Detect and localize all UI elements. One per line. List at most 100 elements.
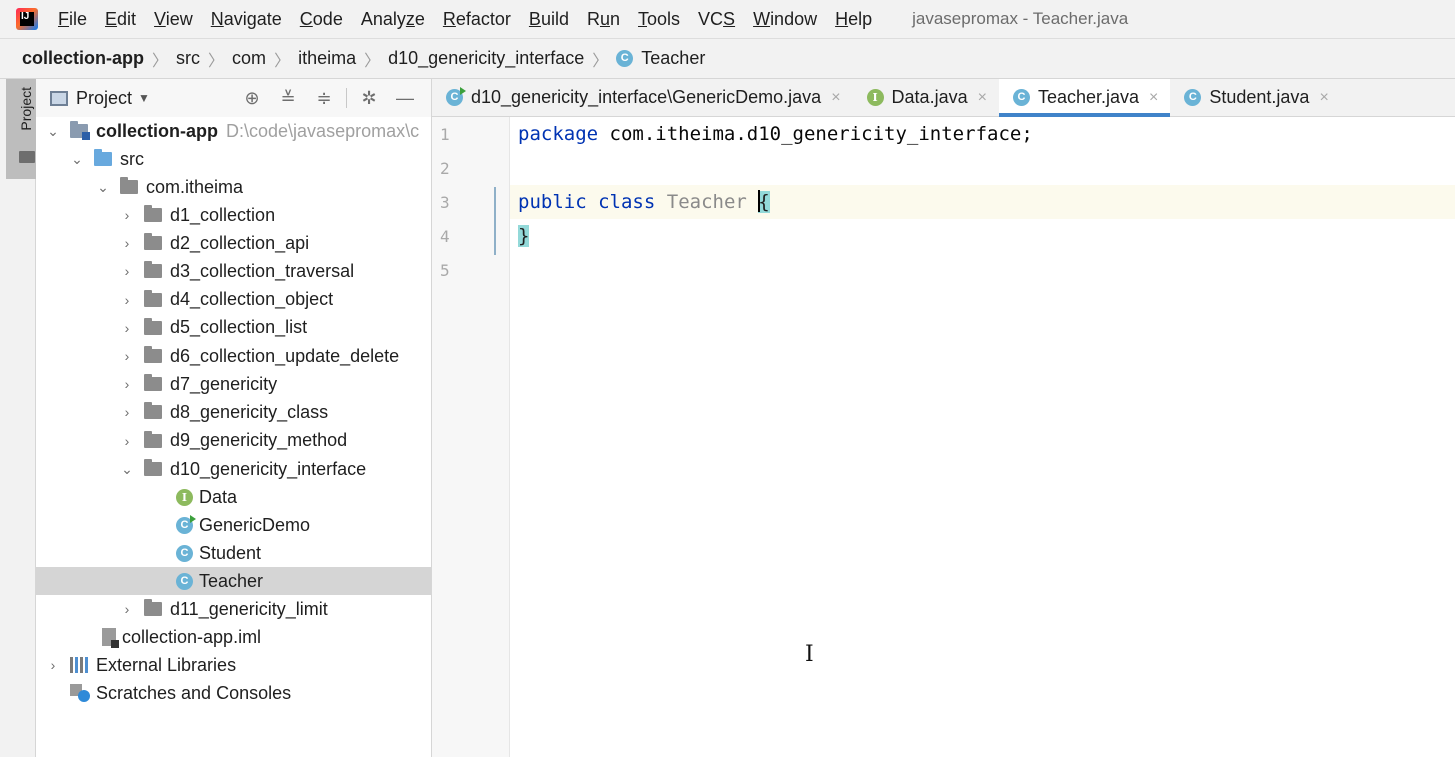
class-icon: C xyxy=(446,87,466,106)
chevron-down-icon[interactable]: ⌄ xyxy=(120,461,134,478)
gear-icon[interactable]: ✲ xyxy=(351,88,387,109)
chevron-right-icon[interactable]: › xyxy=(120,404,134,420)
code-editor[interactable]: package com.itheima.d10_genericity_inter… xyxy=(510,117,1455,757)
chevron-right-icon[interactable]: › xyxy=(120,601,134,617)
close-icon[interactable]: × xyxy=(978,89,987,107)
line-number: 4 xyxy=(440,227,450,246)
chevron-right-icon[interactable]: › xyxy=(46,657,60,673)
chevron-down-icon[interactable]: ▼ xyxy=(138,91,150,105)
tab-data[interactable]: I Data.java × xyxy=(853,79,999,116)
minimize-icon[interactable]: — xyxy=(387,88,423,109)
tree-item-iml[interactable]: collection-app.iml xyxy=(36,623,431,651)
project-tool-tab[interactable]: Project xyxy=(6,79,36,179)
menu-navigate[interactable]: Navigate xyxy=(209,9,284,30)
editor-tabs: Cd10_genericity_interface\GenericDemo.ja… xyxy=(432,79,1455,117)
tree-item-label: d4_collection_object xyxy=(170,289,334,310)
menu-refactor[interactable]: Refactor xyxy=(441,9,513,30)
collapse-all-icon[interactable]: ≚ xyxy=(270,88,306,109)
chevron-right-icon[interactable]: › xyxy=(120,263,134,279)
breadcrumb-separator: 〉 xyxy=(592,52,609,70)
fold-indicator[interactable] xyxy=(494,187,496,255)
code-line-4[interactable]: } xyxy=(518,219,530,253)
menu-help[interactable]: Help xyxy=(833,9,874,30)
tree-item-com-itheima[interactable]: ⌄ com.itheima xyxy=(36,173,431,201)
breadcrumb-collection-app[interactable]: collection-app xyxy=(22,48,144,69)
tree-item-label: d5_collection_list xyxy=(170,317,308,338)
tree-item-src[interactable]: ⌄ src xyxy=(36,145,431,173)
menu-build[interactable]: Build xyxy=(527,9,571,30)
tab-label: d10_genericity_interface\GenericDemo.jav… xyxy=(471,87,822,107)
breadcrumb-itheima[interactable]: itheima xyxy=(298,48,356,69)
locate-icon[interactable]: ⊕ xyxy=(234,88,270,109)
project-view-selector[interactable]: Project xyxy=(76,88,132,109)
tree-item-collection-app[interactable]: ⌄ collection-app D:\code\javasepromax\c xyxy=(36,117,431,145)
menu-analyze[interactable]: Analyze xyxy=(359,9,427,30)
tree-item-d11[interactable]: › d11_genericity_limit xyxy=(36,595,431,623)
package-icon xyxy=(144,346,162,363)
folder-icon xyxy=(19,151,35,163)
breadcrumb-teacher[interactable]: Teacher xyxy=(641,48,705,69)
tree-item-teacher[interactable]: C Teacher xyxy=(36,567,431,595)
breadcrumb-package[interactable]: d10_genericity_interface xyxy=(388,48,584,69)
code-line-1[interactable]: package com.itheima.d10_genericity_inter… xyxy=(518,117,1033,151)
code-line-3[interactable]: public class Teacher { xyxy=(518,185,770,219)
package-icon xyxy=(144,261,162,279)
project-tool-tab-label: Project xyxy=(18,87,34,131)
tree-item-d6-collection-update-delete[interactable]: › d6_collection_update_delete xyxy=(36,342,431,370)
tree-item-d5-collection-list[interactable]: › d5_collection_list xyxy=(36,314,431,342)
menu-edit[interactable]: Edit xyxy=(103,9,138,30)
chevron-right-icon[interactable]: › xyxy=(120,320,134,336)
tree-item-label: collection-app xyxy=(96,120,219,141)
tree-item-label: d6_collection_update_delete xyxy=(170,345,400,366)
chevron-down-icon[interactable]: ⌄ xyxy=(70,151,84,168)
close-icon[interactable]: × xyxy=(1149,89,1158,107)
chevron-down-icon[interactable]: ⌄ xyxy=(46,123,60,140)
project-panel-header: Project ▼ ⊕ ≚ ≑ ✲ — xyxy=(36,79,431,117)
menu-window[interactable]: Window xyxy=(751,9,819,30)
tree-item-d4-collection-object[interactable]: › d4_collection_object xyxy=(36,286,431,314)
tree-item-scratches[interactable]: Scratches and Consoles xyxy=(36,679,431,707)
breadcrumb: collection-app 〉 src 〉 com 〉 itheima 〉 d… xyxy=(0,38,1455,79)
tree-item-d3-collection-traversal[interactable]: › d3_collection_traversal xyxy=(36,257,431,285)
tree-item-d8-genericity-class[interactable]: › d8_genericity_class xyxy=(36,398,431,426)
chevron-right-icon[interactable]: › xyxy=(120,433,134,449)
tree-item-d7-genericity[interactable]: › d7_genericity xyxy=(36,370,431,398)
chevron-right-icon[interactable]: › xyxy=(120,235,134,251)
tree-item-d2-collection-api[interactable]: › d2_collection_api xyxy=(36,229,431,257)
tree-item-label: d8_genericity_class xyxy=(170,401,329,422)
menu-file[interactable]: File xyxy=(56,9,89,30)
menu-code[interactable]: Code xyxy=(298,9,345,30)
tree-item-label: Teacher xyxy=(199,570,264,591)
close-icon[interactable]: × xyxy=(1319,89,1328,107)
chevron-right-icon[interactable]: › xyxy=(120,376,134,392)
expand-all-icon[interactable]: ≑ xyxy=(306,88,342,109)
project-panel: Project ▼ ⊕ ≚ ≑ ✲ — ⌄ collection-app D:\… xyxy=(36,79,432,757)
tree-item-data[interactable]: I Data xyxy=(36,483,431,511)
tree-item-label: Data xyxy=(199,486,238,507)
tree-item-d10[interactable]: ⌄ d10_genericity_interface xyxy=(36,455,431,483)
menu-run[interactable]: Run xyxy=(585,9,622,30)
interface-icon: I xyxy=(176,488,193,506)
tree-item-genericdemo[interactable]: C GenericDemo xyxy=(36,511,431,539)
breadcrumb-src[interactable]: src xyxy=(176,48,200,69)
tree-item-external-libraries[interactable]: › External Libraries xyxy=(36,651,431,679)
chevron-right-icon[interactable]: › xyxy=(120,348,134,364)
tab-genericdemo[interactable]: Cd10_genericity_interface\GenericDemo.ja… xyxy=(432,79,853,116)
scratches-icon xyxy=(70,684,90,702)
tab-student[interactable]: C Student.java × xyxy=(1170,79,1340,116)
menu-items: File Edit View Navigate Code Analyze Refactor B… xyxy=(56,9,888,30)
menu-view[interactable]: View xyxy=(152,9,195,30)
tree-item-d1-collection[interactable]: › d1_collection xyxy=(36,201,431,229)
menu-tools[interactable]: Tools xyxy=(636,9,682,30)
chevron-down-icon[interactable]: ⌄ xyxy=(96,179,110,196)
chevron-right-icon[interactable]: › xyxy=(120,292,134,308)
chevron-right-icon[interactable]: › xyxy=(120,207,134,223)
breadcrumb-com[interactable]: com xyxy=(232,48,266,69)
tab-teacher[interactable]: C Teacher.java × xyxy=(998,79,1171,117)
menu-vcs[interactable]: VCS xyxy=(696,9,737,30)
close-icon[interactable]: × xyxy=(831,89,840,107)
tree-item-student[interactable]: C Student xyxy=(36,539,431,567)
tree-item-label: GenericDemo xyxy=(199,514,311,535)
mouse-cursor-icon: I xyxy=(805,642,814,667)
tree-item-d9-genericity-method[interactable]: › d9_genericity_method xyxy=(36,427,431,455)
